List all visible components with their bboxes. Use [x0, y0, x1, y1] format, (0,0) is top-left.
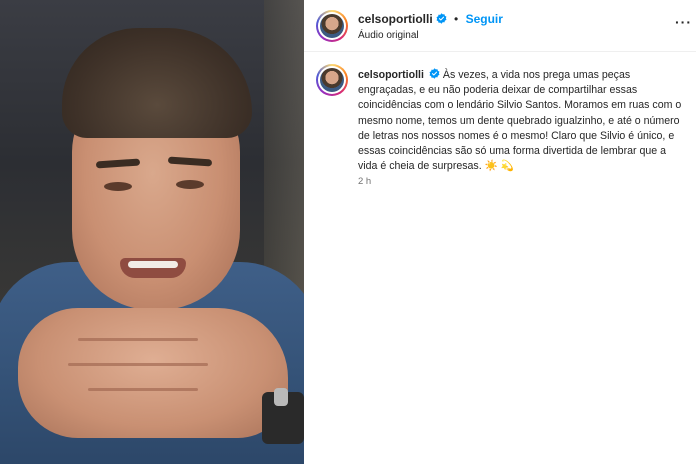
mouth	[120, 258, 186, 278]
avatar-photo	[320, 14, 344, 38]
presenter-hair	[62, 28, 252, 138]
audio-label[interactable]: Áudio original	[358, 30, 419, 41]
background-wall	[264, 0, 304, 300]
dizzy-emoji-icon: 💫	[500, 160, 514, 173]
post-header: celsoportiolli • Seguir Áudio original ·…	[304, 0, 696, 52]
finger-crease	[68, 363, 208, 366]
follow-button[interactable]: Seguir	[466, 12, 503, 26]
verified-badge-icon	[436, 13, 447, 24]
more-options-icon[interactable]: ···	[675, 14, 692, 30]
finger-crease	[88, 388, 198, 391]
avatar-photo	[320, 68, 344, 92]
verified-badge-icon	[429, 68, 440, 79]
header-name-row: celsoportiolli • Seguir	[358, 12, 503, 26]
avatar[interactable]	[316, 10, 348, 42]
clasped-hands	[18, 308, 288, 438]
sun-emoji-icon: ☀️	[484, 160, 498, 173]
post-media-video[interactable]	[0, 0, 304, 464]
post-timestamp[interactable]: 2 h	[358, 176, 371, 187]
right-eye	[176, 180, 204, 189]
caption-text: celsoportiolli Às vezes, a vida nos preg…	[358, 68, 688, 174]
username-link[interactable]: celsoportiolli	[358, 12, 433, 26]
wrist-watch	[262, 388, 304, 444]
caption-body: Às vezes, a vida nos prega umas peças en…	[358, 69, 682, 173]
caption-username-link[interactable]: celsoportiolli	[358, 69, 424, 81]
avatar[interactable]	[316, 64, 348, 96]
left-eye	[104, 182, 132, 191]
finger-crease	[78, 338, 198, 341]
post-details-panel: celsoportiolli • Seguir Áudio original ·…	[304, 0, 696, 464]
separator-dot: •	[454, 12, 459, 26]
